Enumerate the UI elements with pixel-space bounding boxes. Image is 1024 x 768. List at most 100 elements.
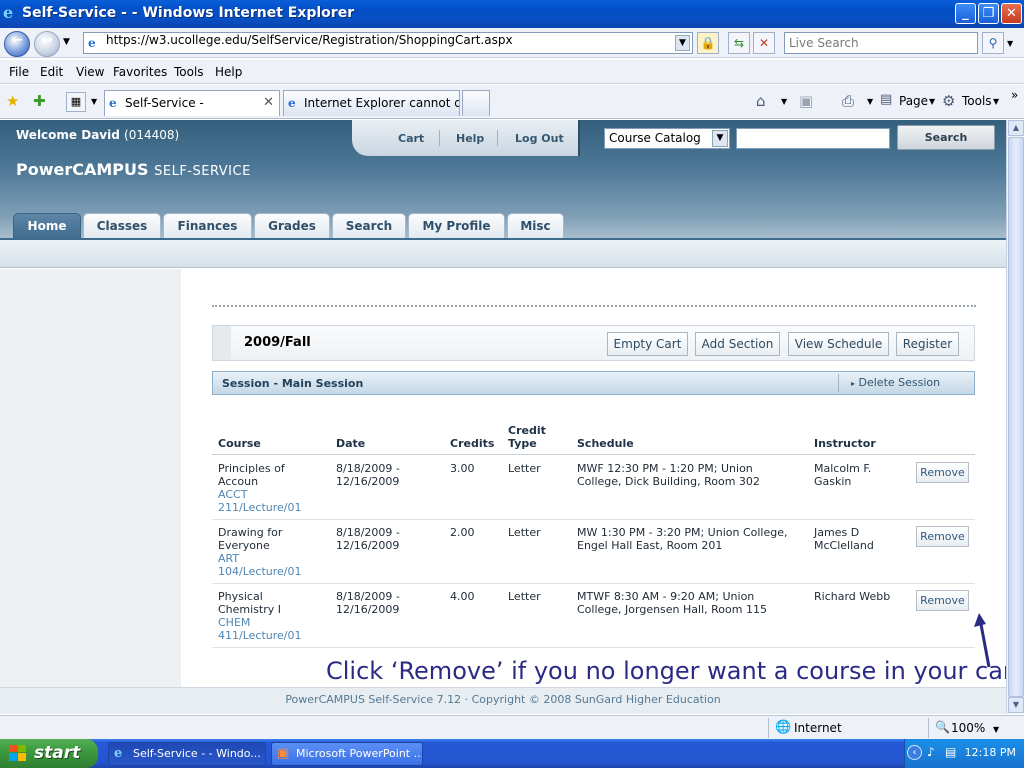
page-menu-label[interactable]: Page: [899, 94, 928, 108]
add-section-button[interactable]: Add Section: [695, 332, 780, 356]
course-code-link[interactable]: ART: [218, 552, 239, 565]
course-code-link[interactable]: CHEM: [218, 616, 250, 629]
scroll-up-icon[interactable]: ▲: [1008, 120, 1024, 136]
close-window-button[interactable]: ✕: [1001, 3, 1022, 24]
dotted-divider: [212, 305, 976, 307]
favorites-star-icon[interactable]: ★: [6, 92, 19, 110]
feeds-icon[interactable]: ▣: [799, 92, 813, 110]
tray-network-icon[interactable]: ▤: [945, 745, 956, 759]
tab-grades[interactable]: Grades: [254, 213, 330, 239]
add-favorite-icon[interactable]: ✚: [33, 92, 46, 110]
tab-finances[interactable]: Finances: [163, 213, 252, 239]
instructor-cell: Richard Webb: [814, 590, 890, 603]
print-icon[interactable]: ⎙: [842, 92, 854, 110]
browser-tab-ie-error[interactable]: e Internet Explorer cannot dis...: [283, 90, 460, 116]
delete-session-link[interactable]: ▸ Delete Session: [851, 376, 940, 389]
menu-tools[interactable]: Tools: [174, 65, 204, 79]
course-code-link[interactable]: 211/Lecture/01: [218, 501, 302, 514]
menu-view[interactable]: View: [76, 65, 104, 79]
term-title: 2009/Fall: [244, 335, 311, 350]
cart-link[interactable]: Cart: [398, 132, 424, 145]
live-search-input[interactable]: Live Search: [784, 32, 978, 54]
tab-classes[interactable]: Classes: [83, 213, 161, 239]
empty-cart-button[interactable]: Empty Cart: [607, 332, 688, 356]
catalog-select[interactable]: Course Catalog ▼: [604, 128, 730, 149]
table-row: Principles of Accoun ACCT 211/Lecture/01…: [212, 456, 975, 520]
tab-my-profile[interactable]: My Profile: [408, 213, 505, 239]
home-icon[interactable]: ⌂: [756, 92, 766, 110]
tab-list-dropdown-icon[interactable]: ▼: [91, 97, 97, 106]
site-logo: PowerCAMPUS SELF-SERVICE: [16, 160, 251, 179]
menu-help[interactable]: Help: [215, 65, 242, 79]
scroll-thumb[interactable]: [1008, 137, 1024, 697]
remove-button[interactable]: Remove: [916, 462, 969, 483]
url-dropdown-icon[interactable]: ▼: [675, 35, 690, 51]
register-button[interactable]: Register: [896, 332, 959, 356]
browser-tab-label: Internet Explorer cannot dis...: [304, 96, 459, 110]
course-code-link[interactable]: 411/Lecture/01: [218, 629, 302, 642]
course-title: Accoun: [218, 475, 259, 488]
tray-chevron-icon[interactable]: ‹: [907, 745, 922, 760]
tray-audio-icon[interactable]: ♪: [927, 745, 935, 759]
tab-misc[interactable]: Misc: [507, 213, 564, 239]
zoom-icon: 🔍: [935, 720, 950, 734]
forward-button[interactable]: →: [34, 31, 60, 57]
tab-home[interactable]: Home: [13, 213, 81, 239]
zoom-level[interactable]: 100%: [951, 721, 985, 735]
course-cell: Principles of Accoun ACCT 211/Lecture/01: [218, 462, 328, 514]
browser-tab-self-service[interactable]: e Self-Service - ✕: [104, 90, 280, 116]
refresh-button[interactable]: ⇆: [728, 32, 750, 54]
schedule-line: MTWF 8:30 AM - 9:20 AM; Union: [577, 590, 755, 603]
view-schedule-button[interactable]: View Schedule: [788, 332, 889, 356]
vertical-scrollbar[interactable]: ▲ ▼: [1006, 120, 1024, 714]
chevron-down-icon: ▼: [712, 130, 728, 147]
logout-link[interactable]: Log Out: [515, 132, 564, 145]
menu-edit[interactable]: Edit: [40, 65, 63, 79]
home-dropdown-icon[interactable]: ▼: [781, 97, 787, 106]
page-menu-icon[interactable]: ▤: [880, 92, 892, 107]
page-menu-dropdown-icon[interactable]: ▼: [929, 97, 935, 106]
taskbar-item-ie[interactable]: e Self-Service - - Windo...: [108, 742, 266, 766]
history-dropdown-icon[interactable]: ▼: [63, 37, 70, 47]
site-search-input[interactable]: [736, 128, 890, 149]
logo-sub: SELF-SERVICE: [154, 164, 251, 179]
menu-favorites[interactable]: Favorites: [113, 65, 167, 79]
term-bar: 2009/Fall Empty Cart Add Section View Sc…: [212, 325, 975, 361]
print-dropdown-icon[interactable]: ▼: [867, 97, 873, 106]
logo-main: PowerCAMPUS: [16, 160, 149, 179]
taskbar-item-powerpoint[interactable]: ▣ Microsoft PowerPoint ...: [271, 742, 423, 766]
col-schedule: Schedule: [577, 437, 634, 450]
menu-file[interactable]: File: [9, 65, 29, 79]
stop-button[interactable]: ✕: [753, 32, 775, 54]
course-code-link[interactable]: ACCT: [218, 488, 247, 501]
search-options-icon[interactable]: ▼: [1007, 39, 1013, 48]
taskbar: start e Self-Service - - Windo... ▣ Micr…: [0, 739, 1024, 768]
help-link[interactable]: Help: [456, 132, 484, 145]
close-tab-icon[interactable]: ✕: [263, 91, 274, 115]
gear-icon[interactable]: ⚙: [942, 92, 955, 110]
course-cell: Physical Chemistry I CHEM 411/Lecture/01: [218, 590, 328, 642]
instructor-line: James D: [814, 526, 860, 539]
new-tab-button[interactable]: [462, 90, 490, 116]
chevron-more-icon[interactable]: »: [1011, 88, 1018, 102]
minimize-button[interactable]: _: [955, 3, 976, 24]
tab-search[interactable]: Search: [332, 213, 406, 239]
search-icon[interactable]: ⚲: [982, 32, 1004, 54]
course-code-link[interactable]: 104/Lecture/01: [218, 565, 302, 578]
zoom-dropdown-icon[interactable]: ▼: [993, 725, 999, 734]
url-field[interactable]: e https://w3.ucollege.edu/SelfService/Re…: [83, 32, 693, 54]
remove-button[interactable]: Remove: [916, 526, 969, 547]
credits-cell: 3.00: [450, 462, 475, 475]
site-search-button[interactable]: Search: [897, 125, 995, 150]
scroll-down-icon[interactable]: ▼: [1008, 697, 1024, 713]
date-start: 8/18/2009 -: [336, 590, 400, 603]
tools-menu-label[interactable]: Tools: [962, 94, 992, 108]
start-button[interactable]: start: [0, 739, 98, 768]
lock-icon[interactable]: 🔒: [697, 32, 719, 54]
back-button[interactable]: ←: [4, 31, 30, 57]
tools-menu-dropdown-icon[interactable]: ▼: [993, 97, 999, 106]
restore-button[interactable]: ❐: [978, 3, 999, 24]
globe-icon: 🌐: [775, 720, 792, 735]
quick-tabs-icon[interactable]: ▦: [66, 92, 86, 112]
remove-button[interactable]: Remove: [916, 590, 969, 611]
